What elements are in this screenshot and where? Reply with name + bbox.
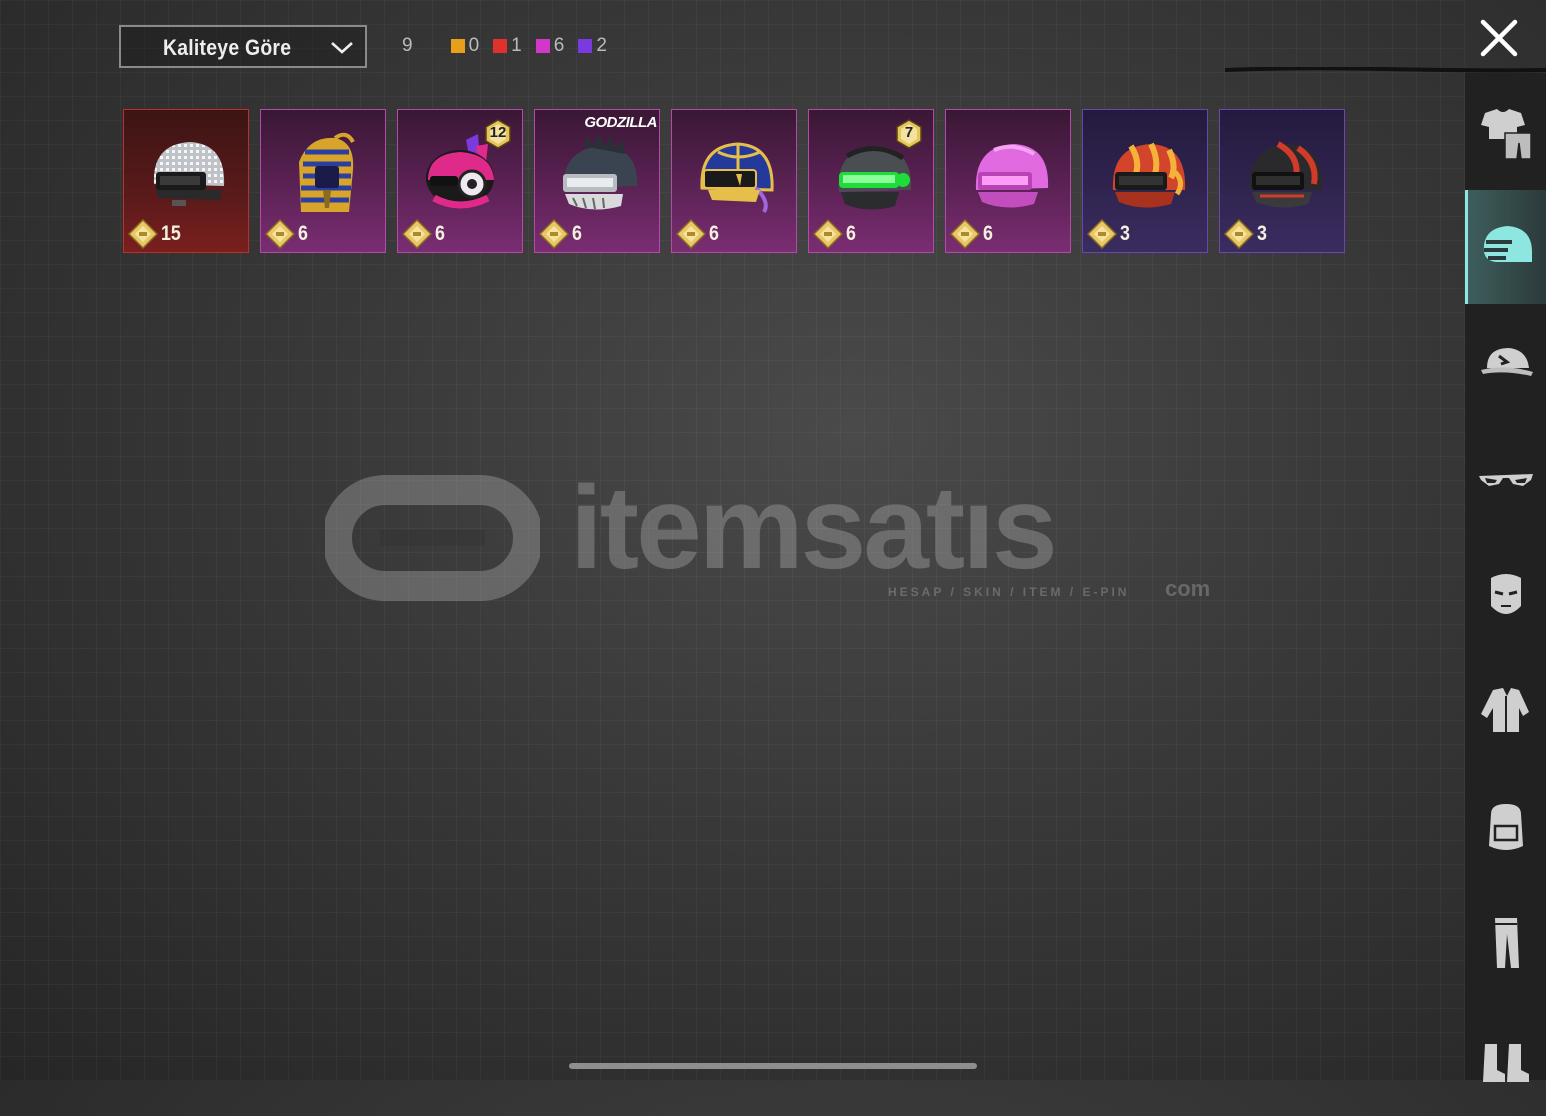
tier-count-value: 1 xyxy=(511,35,522,56)
upgrade-token-icon xyxy=(539,219,569,249)
upgrade-token-icon xyxy=(402,219,432,249)
level-badge-value: 12 xyxy=(489,124,507,141)
red-stripe-helmet-icon xyxy=(1249,141,1323,208)
item-card[interactable]: 15 xyxy=(123,109,249,253)
upgrade-token-icon xyxy=(265,219,295,249)
godzilla-helmet-icon xyxy=(563,134,638,210)
item-grid: 15 6 12 6 GODZILLA 6 6 7 6 6 3 3 xyxy=(123,109,1356,253)
tier-count-purple: 2 xyxy=(578,35,607,57)
tier-count-pink: 6 xyxy=(535,35,565,57)
item-cost: 3 xyxy=(1224,219,1269,249)
category-sidebar xyxy=(1465,73,1546,1082)
item-cost: 6 xyxy=(402,219,447,249)
sidebar-item-boots[interactable] xyxy=(1465,1002,1546,1116)
sidebar-item-pants[interactable] xyxy=(1465,886,1546,1000)
chevron-down-icon xyxy=(331,42,353,54)
item-cost-value: 6 xyxy=(846,222,856,245)
home-indicator[interactable] xyxy=(569,1063,977,1069)
level-badge: 12 xyxy=(483,119,513,149)
level-badge: 7 xyxy=(894,119,924,149)
item-card[interactable]: 6 xyxy=(671,109,797,253)
pants-icon xyxy=(1494,918,1519,968)
glasses-icon xyxy=(1478,474,1533,486)
quality-counts: 9 0 1 6 2 xyxy=(402,33,621,59)
item-cost-value: 6 xyxy=(709,222,719,245)
close-icon[interactable] xyxy=(1478,17,1520,59)
boots-icon xyxy=(1482,1044,1529,1082)
mask-icon xyxy=(1490,574,1521,614)
upgrade-token-icon xyxy=(128,219,158,249)
sidebar-item-jacket[interactable] xyxy=(1465,654,1546,768)
outfit-icon xyxy=(1480,109,1532,160)
tier-swatch xyxy=(493,39,508,53)
item-cost: 3 xyxy=(1087,219,1132,249)
item-cost-value: 6 xyxy=(983,222,993,245)
item-cost-value: 6 xyxy=(435,222,445,245)
upgrade-token-icon xyxy=(676,219,706,249)
backpack-icon xyxy=(1488,804,1523,850)
tier-count-gold: 0 xyxy=(450,35,480,57)
tier-count-value: 2 xyxy=(596,35,607,56)
jacket-icon xyxy=(1480,688,1529,732)
disco-helmet-icon xyxy=(153,142,225,206)
item-cost-value: 6 xyxy=(298,222,308,245)
item-card[interactable]: 3 xyxy=(1082,109,1208,253)
item-cost-value: 3 xyxy=(1257,222,1267,245)
upgrade-token-icon xyxy=(813,219,843,249)
sort-dropdown-label: Kaliteye Göre xyxy=(163,35,292,60)
sidebar-item-mask[interactable] xyxy=(1465,538,1546,652)
sidebar-item-cap[interactable] xyxy=(1465,306,1546,420)
item-card[interactable]: 6 xyxy=(945,109,1071,253)
upgrade-token-icon xyxy=(1087,219,1117,249)
watermark-com: com xyxy=(1165,576,1211,601)
brand-tag: GODZILLA xyxy=(584,114,657,131)
item-cost: 6 xyxy=(813,219,858,249)
item-card[interactable]: 12 6 xyxy=(397,109,523,253)
tier-swatch xyxy=(450,39,465,53)
pink-helmet-icon xyxy=(975,144,1049,208)
item-cost: 15 xyxy=(128,219,184,249)
tier-swatch xyxy=(535,39,550,53)
item-cost: 6 xyxy=(539,219,584,249)
item-card[interactable]: 6 xyxy=(260,109,386,253)
item-cost-value: 15 xyxy=(161,222,181,245)
item-card[interactable]: GODZILLA 6 xyxy=(534,109,660,253)
watermark-mark-icon xyxy=(322,475,543,601)
flame-helmet-icon xyxy=(1112,142,1186,208)
pharaoh-helmet-icon xyxy=(299,132,355,212)
item-cost-value: 3 xyxy=(1120,222,1130,245)
watermark-word: itemsatıs xyxy=(570,462,1058,594)
item-cost: 6 xyxy=(950,219,995,249)
item-cost: 6 xyxy=(265,219,310,249)
sidebar-item-helmet[interactable] xyxy=(1465,190,1546,304)
royal-helmet-icon xyxy=(700,142,774,214)
cap-icon xyxy=(1480,348,1533,376)
tier-count-value: 0 xyxy=(468,35,480,56)
watermark-subtitle: HESAP / SKIN / ITEM / E-PIN xyxy=(888,585,1130,599)
item-card[interactable]: 7 6 xyxy=(808,109,934,253)
helmet-icon xyxy=(1483,226,1532,262)
sidebar-item-glasses[interactable] xyxy=(1465,422,1546,536)
tier-count-value: 6 xyxy=(553,35,565,56)
item-cost: 6 xyxy=(676,219,721,249)
upgrade-token-icon xyxy=(1224,219,1254,249)
sidebar-item-backpack[interactable] xyxy=(1465,770,1546,884)
tier-swatch xyxy=(578,39,593,53)
item-cost-value: 6 xyxy=(572,222,582,245)
sidebar-item-outfit[interactable] xyxy=(1465,75,1546,189)
watermark-logo: itemsatıs HESAP / SKIN / ITEM / E-PIN co… xyxy=(322,462,1225,610)
total-count: 9 xyxy=(402,35,413,56)
upgrade-token-icon xyxy=(950,219,980,249)
sort-dropdown[interactable]: Kaliteye Göre xyxy=(119,25,367,68)
item-card[interactable]: 3 xyxy=(1219,109,1345,253)
level-badge-value: 7 xyxy=(904,124,914,141)
tier-count-red: 1 xyxy=(493,35,522,57)
